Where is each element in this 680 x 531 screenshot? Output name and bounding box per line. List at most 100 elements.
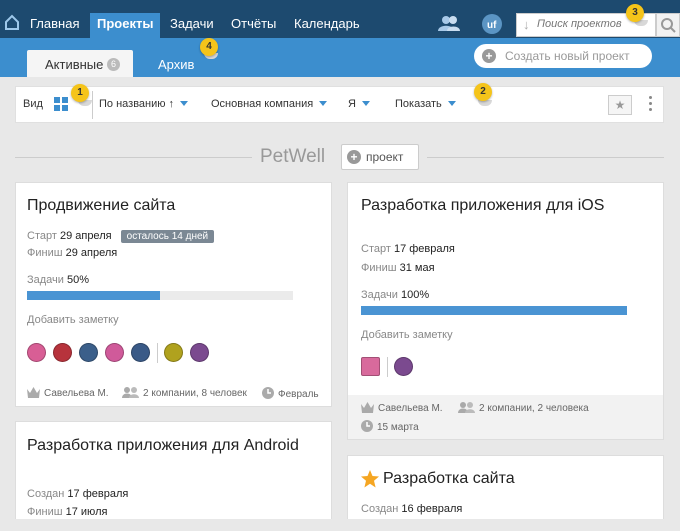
chevron-down-icon bbox=[361, 101, 370, 106]
tutorial-marker-3: 3 bbox=[626, 4, 644, 22]
deadline-badge: осталось 14 дней bbox=[120, 230, 215, 243]
divider bbox=[157, 343, 158, 363]
avatar[interactable] bbox=[394, 357, 413, 376]
tasks-summary: Задачи 50% bbox=[27, 274, 89, 286]
company-dropdown[interactable]: Основная компания bbox=[211, 98, 328, 110]
view-label: Вид bbox=[23, 98, 43, 110]
project-card[interactable]: Разработка приложения для iOS Старт 17 ф… bbox=[347, 182, 664, 440]
add-note-link[interactable]: Добавить заметку bbox=[27, 314, 119, 326]
sort-dropdown[interactable]: По названию ↑ bbox=[99, 98, 189, 110]
avatar[interactable] bbox=[105, 343, 124, 362]
tasks-label: Задачи bbox=[27, 274, 64, 286]
progress-fill bbox=[361, 306, 627, 315]
finish-value: 29 апреля bbox=[65, 247, 118, 259]
people-icon bbox=[122, 387, 139, 398]
tasks-value: 50% bbox=[67, 274, 90, 286]
add-project-button[interactable]: + проект bbox=[341, 144, 419, 170]
divider bbox=[15, 157, 252, 158]
project-team: 2 компании, 8 человек bbox=[122, 387, 247, 399]
app-logo-icon[interactable]: uf bbox=[482, 14, 502, 34]
project-finish: Финиш 17 июля bbox=[27, 506, 107, 518]
filter-bar: Вид По названию ↑ Основная компания Я По… bbox=[15, 86, 664, 123]
people-icon[interactable] bbox=[438, 15, 460, 31]
favorites-toggle[interactable]: ★ bbox=[608, 95, 632, 115]
clock-icon bbox=[361, 420, 373, 432]
project-owner: Савельева М. bbox=[361, 402, 443, 414]
star-icon[interactable] bbox=[361, 470, 379, 488]
project-created: Создан 17 февраля bbox=[27, 488, 128, 500]
avatar[interactable] bbox=[131, 343, 150, 362]
show-label: Показать bbox=[395, 98, 442, 110]
start-label: Старт bbox=[27, 230, 57, 242]
finish-value: 17 июля bbox=[65, 506, 108, 518]
date-value: Февраль bbox=[278, 389, 319, 400]
project-date: Февраль bbox=[262, 387, 319, 400]
add-project-label: проект bbox=[366, 150, 404, 164]
card-footer: Савельева М. 2 компании, 8 человек Февра… bbox=[16, 382, 331, 406]
start-value: 29 апреля bbox=[59, 230, 112, 242]
project-title[interactable]: Продвижение сайта bbox=[27, 197, 175, 215]
progress-bar bbox=[361, 306, 627, 315]
owner-dropdown[interactable]: Я bbox=[348, 98, 370, 110]
avatar[interactable] bbox=[361, 357, 380, 376]
search-button[interactable] bbox=[656, 13, 680, 37]
avatar[interactable] bbox=[53, 343, 72, 362]
crown-icon bbox=[361, 402, 374, 413]
sort-label: По названию ↑ bbox=[99, 98, 175, 110]
tutorial-marker-2: 2 bbox=[474, 83, 492, 101]
avatar[interactable] bbox=[164, 343, 183, 362]
card-footer: Савельева М. 2 компании, 2 человека 15 м… bbox=[348, 395, 663, 439]
owner-name: Савельева М. bbox=[44, 388, 109, 399]
divider bbox=[92, 91, 93, 119]
avatar[interactable] bbox=[190, 343, 209, 362]
show-dropdown[interactable]: Показать bbox=[395, 98, 456, 110]
svg-text:uf: uf bbox=[487, 20, 497, 31]
project-team: 2 компании, 2 человека bbox=[458, 402, 589, 414]
tutorial-marker-1: 1 bbox=[71, 84, 89, 102]
nav-reports[interactable]: Отчёты bbox=[224, 13, 283, 38]
people-icon bbox=[458, 402, 475, 413]
nav-home[interactable]: Главная bbox=[23, 13, 86, 38]
subtab-bar: Активные 6 Архив + Создать новый проект bbox=[0, 38, 680, 77]
crown-icon bbox=[27, 387, 40, 398]
nav-projects[interactable]: Проекты bbox=[90, 13, 161, 38]
nav-calendar[interactable]: Календарь bbox=[287, 13, 367, 38]
torn-edge bbox=[0, 519, 680, 531]
project-card[interactable]: Продвижение сайта Старт 29 апреля остало… bbox=[15, 182, 332, 407]
clock-icon bbox=[262, 387, 274, 399]
created-label: Создан bbox=[361, 503, 399, 515]
project-finish: Финиш 29 апреля bbox=[27, 247, 117, 259]
group-title: PetWell bbox=[260, 146, 326, 167]
add-note-link[interactable]: Добавить заметку bbox=[361, 329, 453, 341]
project-title[interactable]: Разработка приложения для iOS bbox=[361, 197, 604, 215]
more-options-icon[interactable] bbox=[649, 96, 653, 114]
start-value: 17 февраля bbox=[393, 243, 455, 255]
create-project-button[interactable]: + Создать новый проект bbox=[474, 44, 652, 68]
nav-tasks[interactable]: Задачи bbox=[163, 13, 221, 38]
tab-archive[interactable]: Архив bbox=[158, 57, 194, 72]
avatar[interactable] bbox=[79, 343, 98, 362]
tab-active[interactable]: Активные 6 bbox=[27, 50, 133, 77]
chevron-down-icon bbox=[180, 101, 189, 106]
chevron-down-icon bbox=[319, 101, 328, 106]
avatar[interactable] bbox=[27, 343, 46, 362]
project-start: Старт 17 февраля bbox=[361, 243, 455, 255]
create-project-label: Создать новый проект bbox=[505, 49, 630, 63]
project-card[interactable]: Разработка приложения для Android Создан… bbox=[15, 421, 332, 531]
project-title[interactable]: Разработка приложения для Android bbox=[27, 437, 299, 455]
finish-label: Финиш bbox=[27, 247, 63, 259]
chevron-down-icon bbox=[447, 101, 456, 106]
tutorial-marker-4: 4 bbox=[200, 38, 218, 56]
project-date: 15 марта bbox=[361, 420, 419, 433]
finish-label: Финиш bbox=[361, 262, 397, 274]
date-value: 15 марта bbox=[377, 422, 419, 433]
project-title[interactable]: Разработка сайта bbox=[383, 470, 515, 488]
created-value: 17 февраля bbox=[67, 488, 129, 500]
home-icon[interactable] bbox=[4, 14, 20, 30]
owner-label: Я bbox=[348, 98, 356, 110]
progress-fill bbox=[27, 291, 160, 300]
project-created: Создан 16 февраля bbox=[361, 503, 462, 515]
tasks-label: Задачи bbox=[361, 289, 398, 301]
project-finish: Финиш 31 мая bbox=[361, 262, 435, 274]
grid-view-icon[interactable] bbox=[54, 97, 68, 111]
